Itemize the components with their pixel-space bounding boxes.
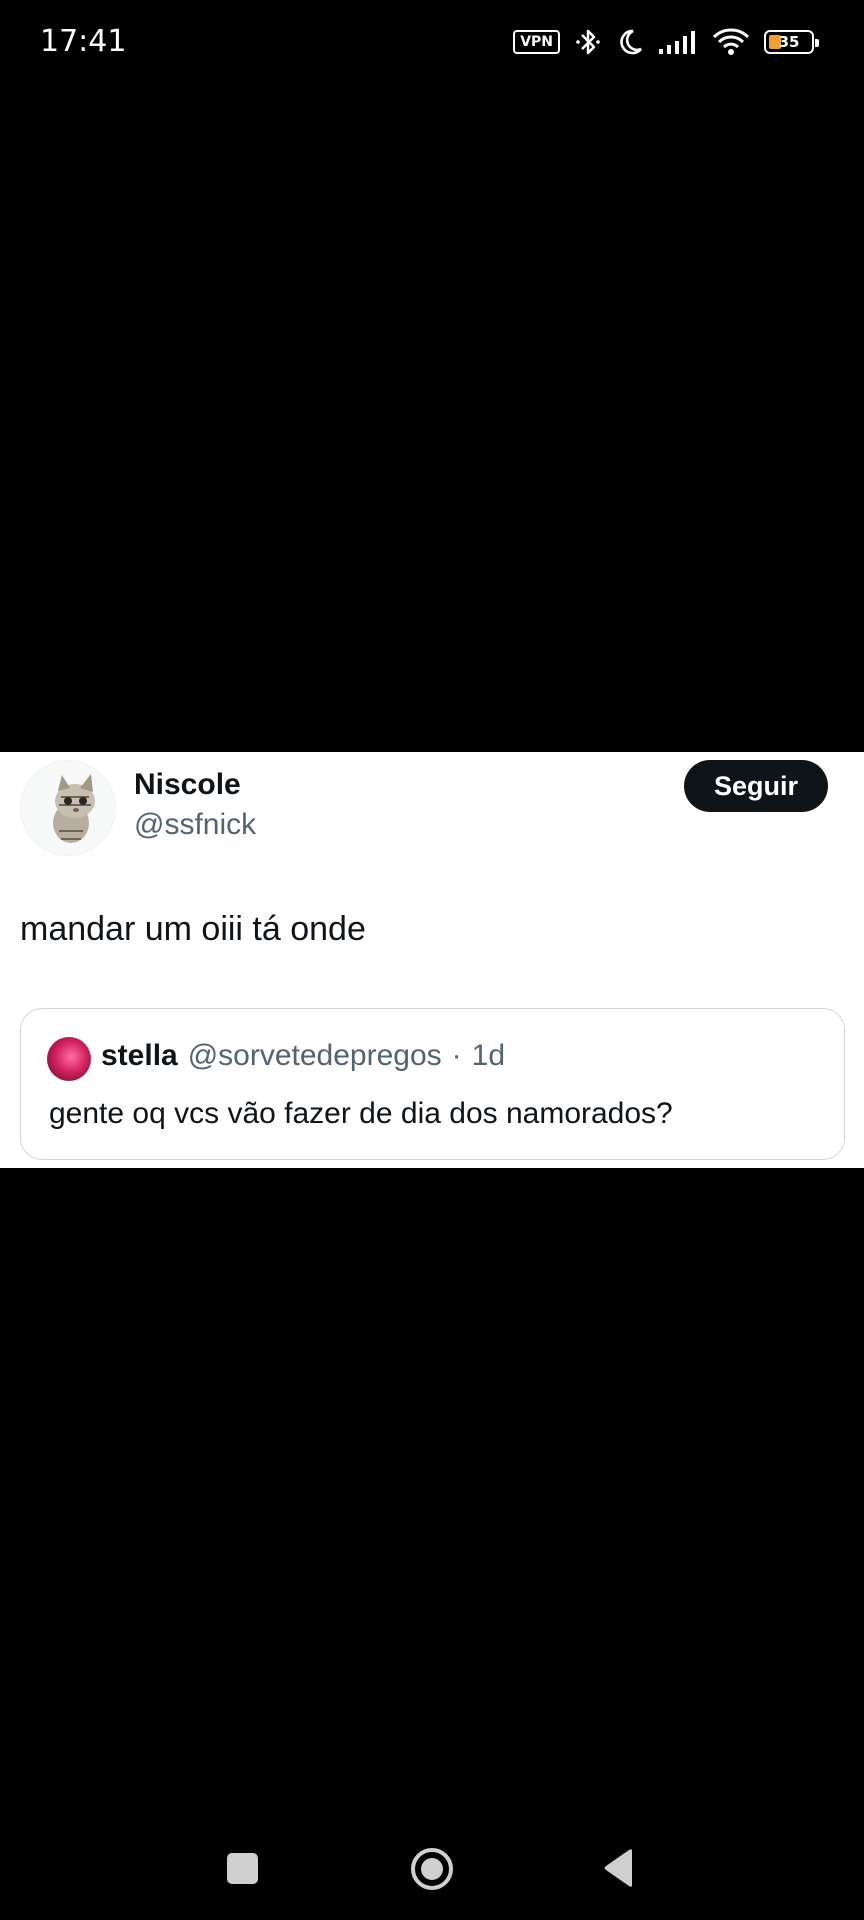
quoted-display-name: stella [101,1039,178,1072]
bluetooth-icon [574,26,602,58]
quoted-separator: · [451,1039,462,1072]
follow-button[interactable]: Seguir [684,760,828,812]
battery-level: 35 [778,33,800,51]
quoted-timestamp: 1d [471,1039,506,1072]
avatar[interactable] [20,760,116,856]
status-bar: 17:41 VPN 35 [0,0,864,84]
signal-icon [658,29,698,55]
do-not-disturb-moon-icon [616,27,644,57]
back-triangle-icon [604,1849,632,1887]
quoted-tweet-text: gente oq vcs vão fazer de dia dos namora… [49,1097,673,1130]
display-name[interactable]: Niscole [134,768,241,802]
vpn-icon: VPN [513,30,560,54]
kitten-avatar-icon [21,761,115,855]
battery-icon: 35 [764,30,819,54]
status-time: 17:41 [40,24,127,59]
home-button[interactable] [409,1846,455,1897]
quoted-handle: @sorvetedepregos [187,1039,442,1072]
tweet-text: mandar um oiii tá onde [20,910,366,948]
recent-apps-button[interactable] [227,1853,258,1884]
home-circle-icon [411,1848,453,1890]
status-icons: VPN 35 [513,26,819,58]
tweet-card[interactable]: Niscole @ssfnick Seguir mandar um oiii t… [0,752,864,1168]
navigation-bar [0,1820,864,1920]
quoted-avatar[interactable] [47,1037,91,1081]
quoted-tweet[interactable]: stella @sorvetedepregos · 1d gente oq vc… [20,1008,845,1160]
user-handle[interactable]: @ssfnick [134,808,256,842]
wifi-icon [712,27,750,57]
quoted-tweet-header: stella @sorvetedepregos · 1d [101,1039,505,1073]
back-button[interactable] [602,1848,634,1893]
